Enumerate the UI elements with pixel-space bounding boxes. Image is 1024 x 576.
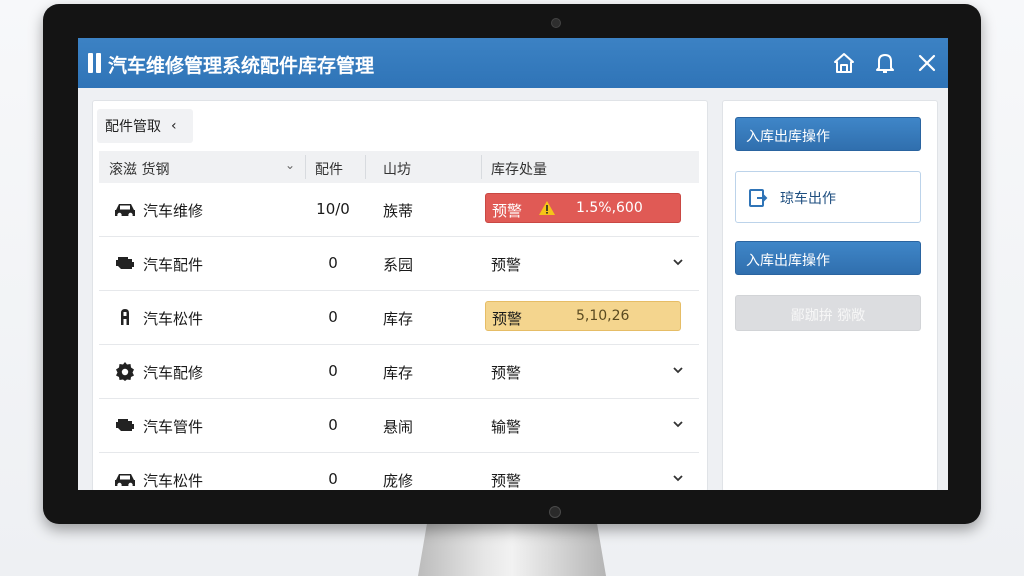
car-icon (113, 469, 137, 489)
part-qty: 0 (328, 470, 338, 488)
part-icon (113, 307, 137, 327)
app-window: 汽车维修管理系统配件库存管理 配件管取 ‹ 滚滋 货钢 ⌄ 配件 山坊 库存处量 (78, 38, 948, 490)
warning-icon (538, 200, 556, 216)
part-qty: 10/0 (316, 200, 350, 218)
part-name: 汽车管件 (143, 418, 204, 436)
stock-status-text: 预警 (491, 472, 522, 490)
gear-icon (113, 361, 137, 381)
disabled-action-button: 鄙跏拚 猕敞 (735, 295, 921, 331)
part-name: 汽车配修 (143, 364, 204, 382)
part-qty: 0 (328, 308, 338, 326)
app-logo-icon (88, 53, 102, 73)
export-icon (748, 188, 768, 208)
table-row[interactable]: 汽车维修 10/0 族蒂 预警 1.5%,600 (99, 183, 699, 237)
table-header: 滚滋 货钢 ⌄ 配件 山坊 库存处量 (99, 151, 699, 184)
part-status: 库存 (383, 364, 414, 382)
badge-value: 5,10,26 (576, 308, 630, 324)
stock-alert-badge[interactable]: 预警 1.5%,600 (485, 193, 681, 223)
column-header-name[interactable]: 滚滋 货钢 (109, 159, 169, 179)
table-row[interactable]: 汽车松件 0 库存 预警 5,10,26 (99, 291, 699, 345)
part-status: 悬闹 (383, 418, 414, 436)
part-qty: 0 (328, 416, 338, 434)
bell-icon[interactable] (873, 51, 897, 75)
part-qty: 0 (328, 362, 338, 380)
part-qty: 0 (328, 254, 338, 272)
chevron-down-icon[interactable] (671, 416, 685, 430)
table-row[interactable]: 汽车管件 0 悬闹 输警 (99, 399, 699, 453)
badge-label: 预警 (492, 310, 523, 328)
panel-header-button[interactable]: 配件管取 ‹ (97, 109, 193, 143)
part-name: 汽车配件 (143, 256, 204, 274)
window-title: 汽车维修管理系统配件库存管理 (108, 55, 375, 77)
column-header-qty[interactable]: 配件 (315, 159, 343, 179)
chevron-down-icon[interactable] (671, 470, 685, 484)
table-row[interactable]: 汽车配件 0 系园 预警 (99, 237, 699, 291)
stock-warning-badge[interactable]: 预警 5,10,26 (485, 301, 681, 331)
part-status: 族蒂 (383, 202, 414, 220)
title-bar: 汽车维修管理系统配件库存管理 (78, 38, 948, 88)
engine-icon (113, 415, 137, 435)
badge-value: 1.5%,600 (576, 200, 643, 216)
part-name: 汽车松件 (143, 310, 204, 328)
part-name: 汽车维修 (143, 202, 204, 220)
column-header-stock[interactable]: 库存处量 (491, 159, 547, 179)
table-row[interactable]: 汽车配修 0 库存 预警 (99, 345, 699, 399)
part-status: 庞修 (383, 472, 414, 490)
outbound-button[interactable]: 琼车出作 (735, 171, 921, 223)
parts-table-panel: 配件管取 ‹ 滚滋 货钢 ⌄ 配件 山坊 库存处量 汽车维修 10/0 族蒂 预… (92, 100, 708, 490)
webcam (551, 18, 561, 28)
inbound-outbound-button-secondary[interactable]: 入库出库操作 (735, 241, 921, 275)
panel-header-label: 配件管取 (105, 119, 161, 135)
stock-status-text: 预警 (491, 256, 522, 274)
badge-label: 预警 (492, 202, 523, 220)
part-name: 汽车松件 (143, 472, 204, 490)
part-status: 库存 (383, 310, 414, 328)
table-body: 汽车维修 10/0 族蒂 预警 1.5%,600 汽车配件 0 系园 预警 汽车… (99, 183, 699, 490)
close-icon[interactable] (915, 51, 939, 75)
car-icon (113, 199, 137, 219)
power-indicator (549, 506, 561, 518)
column-divider (481, 155, 482, 179)
inbound-outbound-button[interactable]: 入库出库操作 (735, 117, 921, 151)
outbound-button-label: 琼车出作 (780, 191, 836, 207)
column-divider (305, 155, 306, 179)
table-row[interactable]: 汽车松件 0 庞修 预警 (99, 453, 699, 490)
column-header-status[interactable]: 山坊 (383, 159, 411, 179)
stock-status-text: 输警 (491, 418, 522, 436)
chevron-down-icon[interactable]: ⌄ (285, 158, 295, 172)
chevron-down-icon[interactable] (671, 254, 685, 268)
part-status: 系园 (383, 256, 414, 274)
stock-status-text: 预警 (491, 364, 522, 382)
engine-icon (113, 253, 137, 273)
column-divider (365, 155, 366, 179)
chevron-down-icon[interactable] (671, 362, 685, 376)
chevron-left-icon: ‹ (171, 118, 177, 134)
operations-panel: 入库出库操作 琼车出作 入库出库操作 鄙跏拚 猕敞 (722, 100, 938, 490)
home-icon[interactable] (832, 51, 856, 75)
